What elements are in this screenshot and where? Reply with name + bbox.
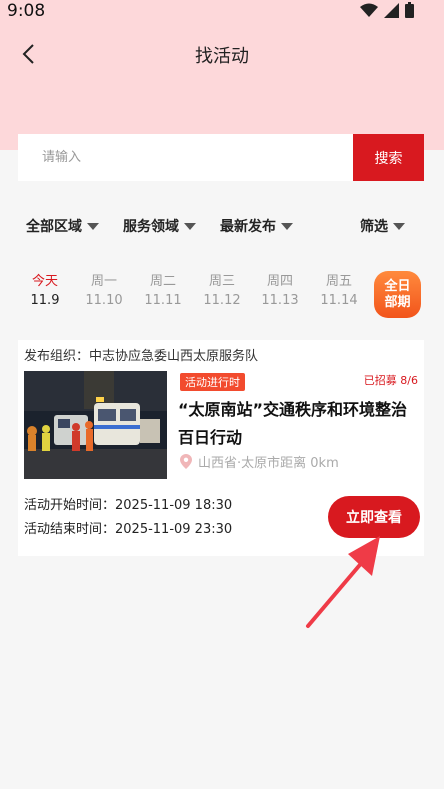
all-dates-line2: 部期: [384, 294, 411, 310]
status-time: 9:08: [7, 1, 46, 21]
date-value: 11.12: [203, 293, 241, 308]
activity-card[interactable]: 发布组织：中志协应急委山西太原服务队 活动进行时 已招募 8/6 “太原南站”交…: [18, 340, 424, 556]
filter-screen[interactable]: 筛选: [360, 216, 405, 236]
caret-down-icon: [184, 223, 196, 230]
filter-bar: 全部区域 服务领域 最新发布 筛选: [0, 216, 444, 238]
filter-latest[interactable]: 最新发布: [220, 216, 293, 236]
date-today[interactable]: 今天 11.9: [22, 272, 68, 310]
date-value: 11.9: [30, 293, 60, 308]
filter-label: 最新发布: [220, 219, 276, 235]
wifi-icon: [360, 3, 378, 17]
caret-down-icon: [87, 223, 99, 230]
date-fri[interactable]: 周五 11.14: [316, 272, 362, 310]
activity-location: 山西省·太原市距离 0km: [180, 452, 339, 471]
battery-icon: [405, 2, 414, 18]
start-time: 活动开始时间：2025-11-09 18:30: [24, 498, 233, 513]
all-dates-line1: 全日: [384, 278, 411, 294]
recruit-count: 已招募 8/6: [363, 374, 418, 387]
search-bar: 搜索: [18, 134, 424, 181]
signal-icon: [384, 2, 399, 18]
pointer-arrow-icon: [306, 536, 380, 628]
activity-org: 发布组织：中志协应急委山西太原服务队: [24, 349, 259, 364]
search-button[interactable]: 搜索: [353, 134, 424, 181]
date-weekday: 周一: [90, 274, 117, 289]
activity-thumbnail[interactable]: [24, 371, 167, 479]
date-weekday: 周二: [149, 274, 176, 289]
date-weekday: 周三: [208, 274, 235, 289]
end-time: 活动结束时间：2025-11-09 23:30: [24, 522, 233, 537]
date-value: 11.13: [261, 293, 299, 308]
date-thu[interactable]: 周四 11.13: [257, 272, 303, 310]
date-mon[interactable]: 周一 11.10: [81, 272, 127, 310]
status-icons: [360, 2, 414, 18]
date-wed[interactable]: 周三 11.12: [199, 272, 245, 310]
status-badge: 活动进行时: [180, 373, 245, 391]
page-title: 找活动: [195, 46, 249, 67]
status-bar: 9:08: [0, 0, 444, 24]
activity-photo-image: [24, 371, 167, 479]
date-value: 11.11: [144, 293, 182, 308]
caret-down-icon: [393, 223, 405, 230]
date-weekday: 周五: [325, 274, 352, 289]
filter-label: 服务领域: [123, 219, 179, 235]
all-dates-button[interactable]: 全日 部期: [374, 271, 421, 318]
search-input[interactable]: [18, 134, 353, 181]
filter-service-field[interactable]: 服务领域: [123, 216, 196, 236]
date-weekday: 今天: [31, 274, 58, 289]
date-tue[interactable]: 周二 11.11: [140, 272, 186, 310]
location-text: 山西省·太原市距离 0km: [198, 456, 339, 471]
date-weekday: 周四: [266, 274, 293, 289]
caret-down-icon: [281, 223, 293, 230]
filter-label: 筛选: [360, 219, 388, 235]
filter-region[interactable]: 全部区域: [26, 216, 99, 236]
date-value: 11.14: [320, 293, 358, 308]
filter-label: 全部区域: [26, 219, 82, 235]
activity-title[interactable]: “太原南站”交通秩序和环境整治百日行动: [178, 396, 418, 452]
location-pin-icon: [180, 454, 192, 469]
date-value: 11.10: [85, 293, 123, 308]
